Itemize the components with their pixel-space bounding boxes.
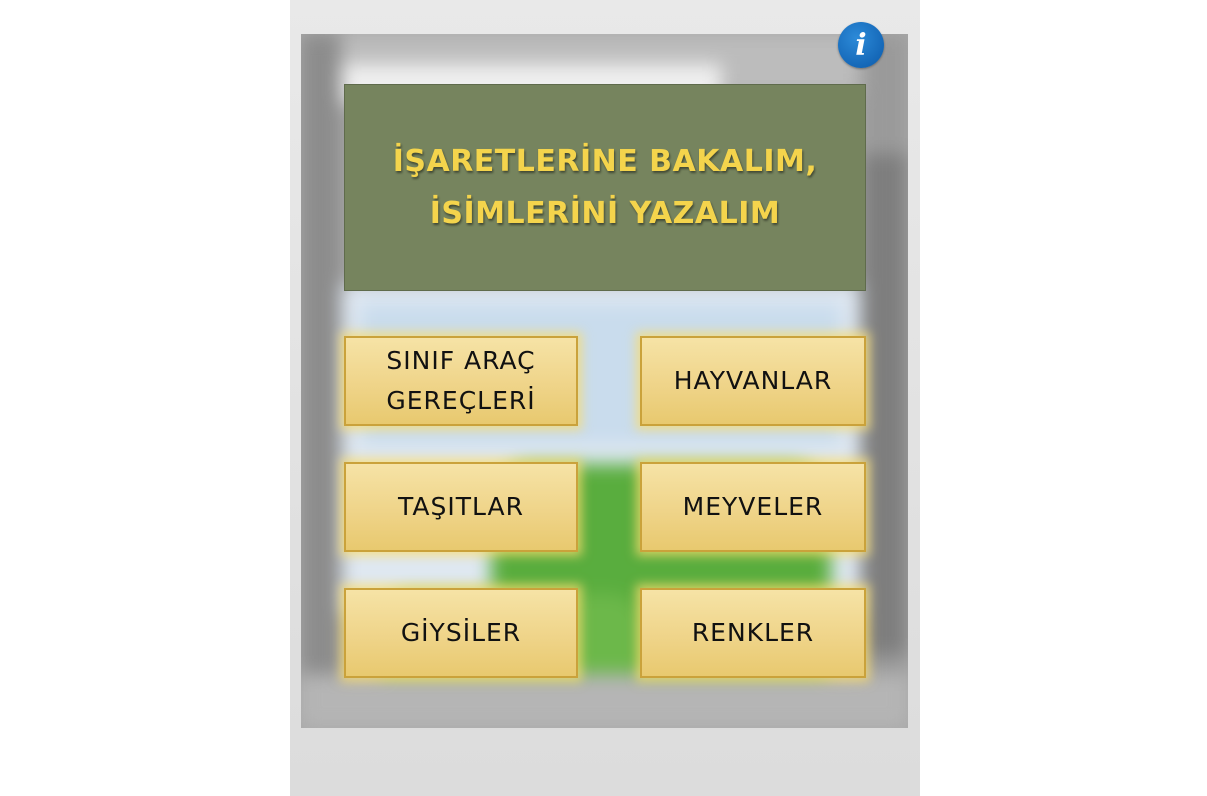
title-board: İŞARETLERİNE BAKALIM, İSİMLERİNİ YAZALIM [344, 84, 866, 291]
info-button[interactable]: i [838, 22, 884, 68]
category-button-meyveler[interactable]: MEYVELER [640, 462, 866, 552]
page: i İŞARETLERİNE BAKALIM, İSİMLERİNİ YAZAL… [0, 0, 1207, 796]
info-icon: i [855, 27, 867, 63]
category-button-renkler[interactable]: RENKLER [640, 588, 866, 678]
category-button-tasitlar[interactable]: TAŞITLAR [344, 462, 578, 552]
category-label: MEYVELER [682, 492, 824, 521]
category-label: SINIF ARAÇ GEREÇLERİ [386, 346, 536, 415]
category-label: RENKLER [691, 618, 815, 647]
category-button-sinif-arac-gerecleri[interactable]: SINIF ARAÇ GEREÇLERİ [344, 336, 578, 426]
category-label: HAYVANLAR [673, 366, 833, 395]
category-button-hayvanlar[interactable]: HAYVANLAR [640, 336, 866, 426]
category-label: GİYSİLER [400, 618, 522, 647]
page-title: İŞARETLERİNE BAKALIM, İSİMLERİNİ YAZALIM [392, 143, 818, 231]
category-label: TAŞITLAR [398, 492, 524, 521]
category-button-giysiler[interactable]: GİYSİLER [344, 588, 578, 678]
